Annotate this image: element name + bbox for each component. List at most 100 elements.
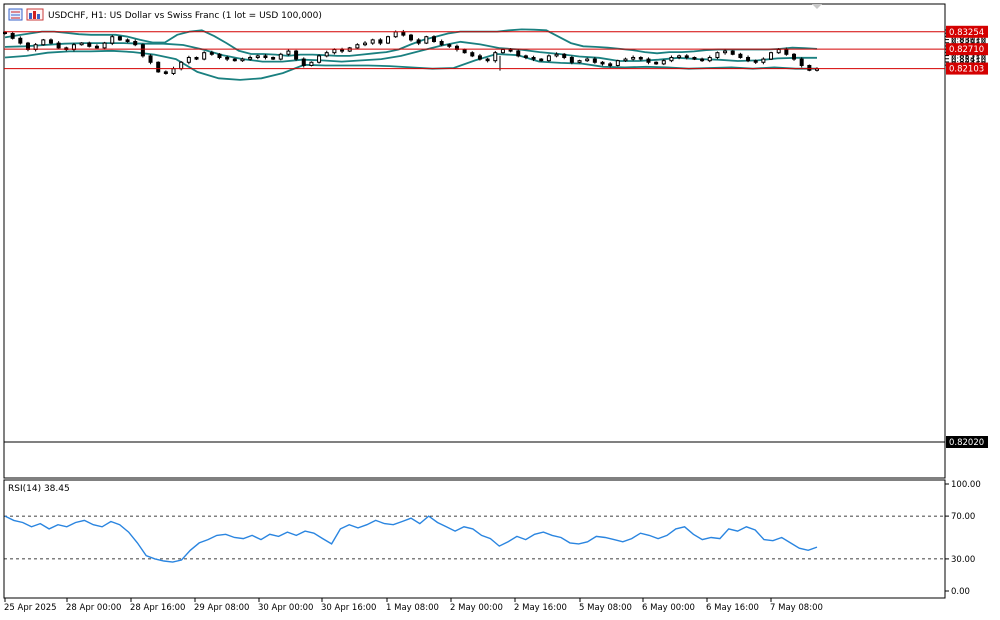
candle-body — [393, 31, 398, 38]
candle-body — [294, 50, 299, 60]
candle-body — [217, 53, 222, 58]
rsi-tick-label: 0.00 — [951, 587, 970, 597]
rsi-tick-label: 30.00 — [951, 555, 975, 565]
bar-chart-icon[interactable] — [26, 8, 44, 21]
candle-body — [569, 56, 574, 63]
candle-body — [462, 48, 467, 54]
candle-body — [286, 50, 291, 55]
candle-body — [807, 64, 812, 71]
candle-body — [470, 52, 475, 57]
candle-body — [638, 56, 643, 60]
candle-body — [18, 37, 23, 44]
candle-body — [370, 39, 375, 44]
candle-body — [332, 48, 337, 54]
time-tick-label: 2 May 00:00 — [450, 603, 503, 613]
candle-body — [271, 56, 276, 60]
candle-body — [263, 55, 268, 58]
candle-body — [56, 42, 61, 49]
candle-body — [554, 53, 559, 57]
candle-body — [225, 56, 230, 60]
candle-body — [79, 42, 84, 46]
time-tick-label: 6 May 16:00 — [706, 603, 759, 613]
candle-body — [401, 31, 406, 36]
candle-body — [255, 55, 260, 58]
candle-body — [431, 36, 436, 43]
candle-body — [615, 60, 620, 66]
candle-body — [523, 55, 528, 58]
time-tick-label: 5 May 08:00 — [579, 603, 632, 613]
candle-body — [409, 34, 413, 41]
candle-body — [546, 55, 551, 62]
time-tick-label: 6 May 00:00 — [642, 603, 695, 613]
candle-body — [378, 39, 383, 44]
candle-body — [477, 55, 482, 60]
candle-body — [25, 42, 30, 50]
chart-type-icon[interactable] — [8, 8, 23, 21]
candle-body — [608, 63, 613, 66]
chart-title: USDCHF, H1: US Dollar vs Swiss Franc (1 … — [48, 11, 322, 21]
candle-body — [692, 56, 697, 60]
candle-body — [577, 60, 582, 63]
candle-body — [654, 61, 659, 65]
rsi-label: RSI(14) 38.45 — [8, 484, 70, 494]
candle-body — [684, 55, 689, 58]
candle-body — [87, 42, 92, 47]
time-tick-label: 29 Apr 08:00 — [194, 603, 249, 613]
candle-body — [516, 50, 521, 57]
rsi-tick-label: 100.00 — [951, 480, 981, 490]
candle-body — [48, 39, 53, 44]
time-tick-label: 2 May 16:00 — [514, 603, 567, 613]
candle-body — [485, 58, 490, 62]
candle-body — [186, 56, 191, 63]
candle-body — [600, 61, 605, 65]
candle-body — [500, 48, 505, 54]
main-chart-frame — [3, 3, 946, 479]
candle-body — [799, 58, 804, 66]
candle-body — [309, 61, 314, 66]
time-tick-label: 30 Apr 16:00 — [321, 603, 376, 613]
candle-body — [125, 39, 130, 43]
time-tick-label: 25 Apr 2025 — [4, 603, 57, 613]
candle-body — [194, 56, 199, 60]
price-level-tag-label: 0.83254 — [949, 28, 984, 38]
candle-body — [416, 39, 421, 44]
candle-body — [41, 39, 46, 46]
candle-body — [209, 52, 214, 55]
candle-body — [424, 36, 429, 44]
candle-body — [102, 42, 107, 49]
candle-body — [148, 55, 153, 63]
candle-body — [723, 50, 728, 54]
time-tick-label: 28 Apr 16:00 — [130, 603, 185, 613]
candle-body — [631, 56, 636, 60]
price-level-tag-label: 0.82710 — [949, 45, 984, 55]
candle-body — [110, 36, 115, 44]
candle-body — [769, 52, 774, 60]
rsi-tick-label: 70.00 — [951, 512, 975, 522]
candle-body — [179, 61, 184, 70]
candle-body — [746, 56, 751, 62]
candle-body — [730, 50, 735, 55]
candle-body — [753, 60, 758, 63]
candle-body — [493, 52, 498, 62]
candle-body — [386, 36, 391, 44]
candle-body — [784, 48, 789, 55]
time-axis: 25 Apr 2025 28 Apr 00:00 28 Apr 16:00 29 Ap… — [4, 598, 823, 613]
candle-body — [585, 58, 590, 62]
candle-body — [669, 56, 674, 62]
candle-body — [240, 58, 245, 62]
candle-body — [232, 58, 237, 62]
candle-body — [248, 56, 253, 60]
candle-body — [363, 42, 368, 46]
price-level-tag-label: 0.82103 — [949, 65, 984, 75]
candle-body — [355, 44, 360, 49]
candle-body — [117, 36, 122, 41]
candle-body — [677, 55, 682, 58]
time-tick-label: 28 Apr 00:00 — [66, 603, 121, 613]
candle-body — [508, 48, 513, 52]
candle-body — [163, 71, 168, 74]
candle-body — [324, 52, 329, 57]
candle-body — [592, 58, 597, 63]
candle-body — [707, 56, 712, 62]
candle-body — [10, 33, 15, 39]
candle-body — [340, 48, 345, 52]
